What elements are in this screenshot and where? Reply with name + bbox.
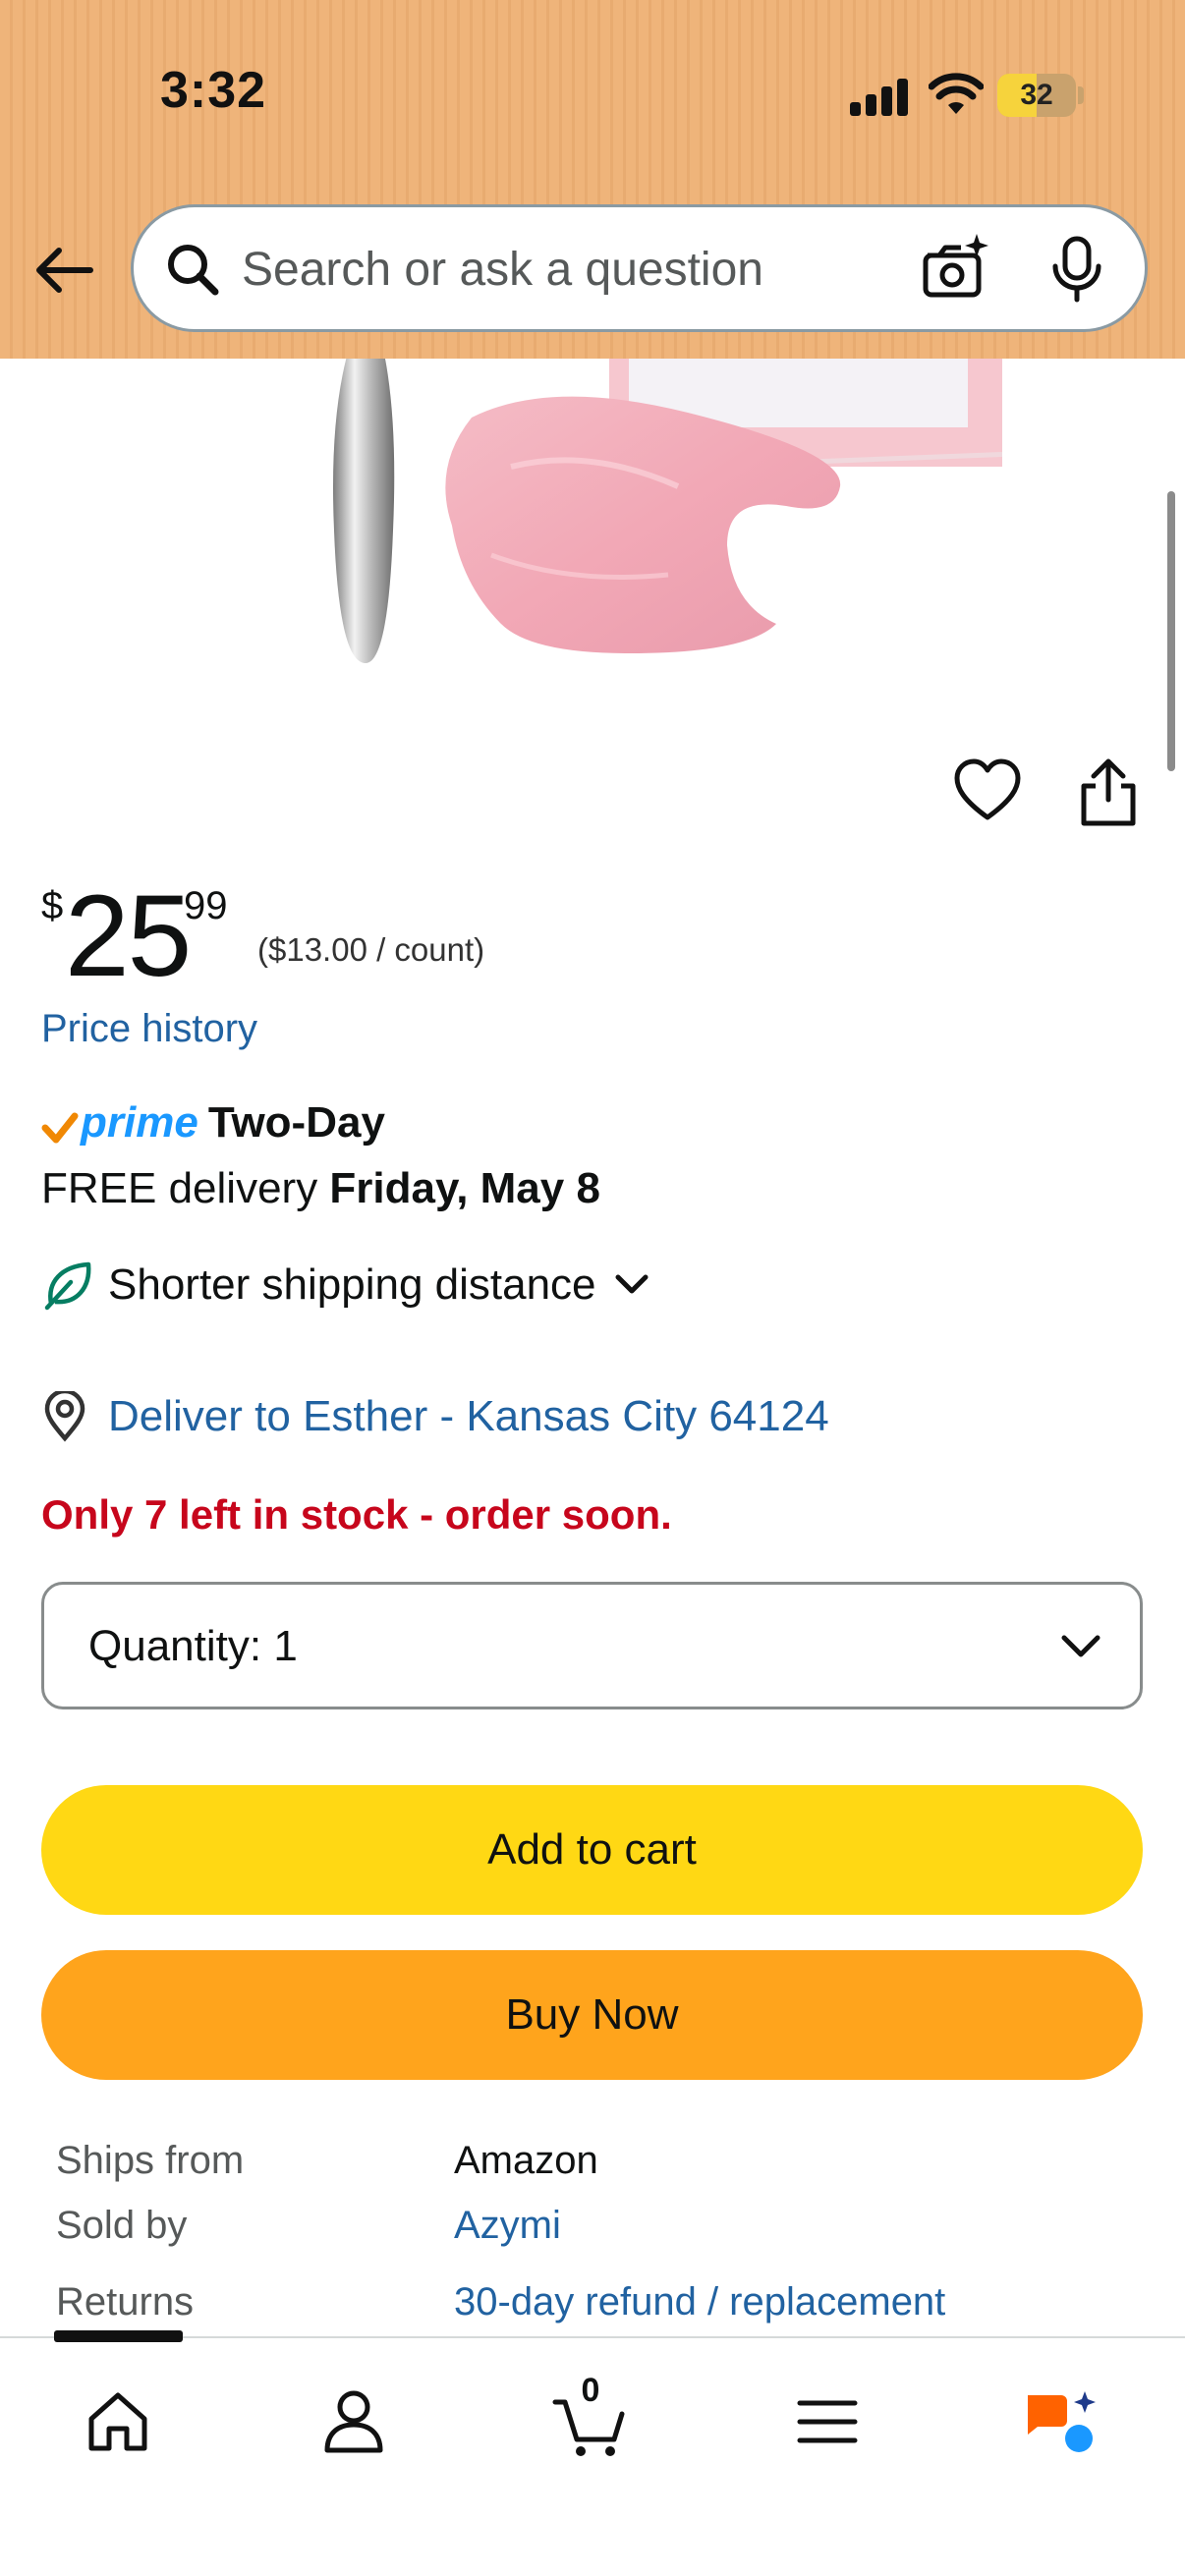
battery-indicator: 32 [997,74,1076,117]
ships-from-label: Ships from [56,2139,245,2182]
prime-badge: prime Two-Day [41,1095,385,1150]
product-image[interactable] [0,359,1185,693]
price-currency: $ [41,884,64,927]
ships-from-value: Amazon [454,2139,598,2182]
deliver-to-location[interactable]: Deliver to Esther - Kansas City 64124 [41,1387,829,1446]
camera-search-icon[interactable] [920,232,990,303]
prime-label: Two-Day [207,1098,385,1147]
delivery-date: Friday, May 8 [329,1164,600,1212]
battery-level: 32 [1020,79,1053,111]
scroll-indicator[interactable] [1167,491,1175,771]
wifi-icon [929,73,984,114]
unit-price: ($13.00 / count) [257,931,485,968]
nav-menu[interactable] [783,2378,872,2466]
returns-link[interactable]: 30-day refund / replacement [454,2280,945,2324]
chevron-down-icon [615,1274,649,1294]
cart-count: 0 [581,2372,600,2409]
top-header: 3:32 32 [0,0,1185,359]
stock-warning: Only 7 left in stock - order soon. [41,1491,672,1538]
back-button[interactable] [29,236,98,305]
prime-check-icon [41,1112,79,1144]
wishlist-heart-icon[interactable] [953,756,1022,825]
product-photo [333,359,1002,663]
search-bar[interactable] [131,204,1148,332]
price-whole: 25 [65,871,192,1001]
quantity-dropdown[interactable]: Quantity: 1 [41,1582,1143,1709]
sold-by-label: Sold by [56,2204,188,2247]
bottom-navigation: 0 [0,2336,1185,2576]
microphone-icon[interactable] [1047,235,1106,304]
cellular-signal-icon [850,77,909,116]
add-to-cart-button[interactable]: Add to cart [41,1785,1143,1915]
returns-label: Returns [56,2280,195,2324]
home-icon [88,2392,147,2451]
price-history-link[interactable]: Price history [41,1007,257,1051]
delivery-info: FREE delivery Friday, May 8 [41,1164,600,1213]
battery-nub [1078,86,1084,104]
quantity-label: Quantity: 1 [88,1622,298,1670]
location-pin-icon [44,1391,85,1442]
status-time: 3:32 [160,62,267,119]
back-arrow-icon [36,248,93,293]
deliver-to-link[interactable]: Deliver to Esther - Kansas City 64124 [108,1392,829,1441]
delivery-prefix: FREE delivery [41,1164,330,1212]
shipping-distance-label: Shorter shipping distance [108,1260,596,1309]
search-input[interactable] [242,237,910,302]
shipping-distance-toggle[interactable]: Shorter shipping distance [41,1256,653,1315]
price-fraction: 99 [184,884,228,927]
sold-by-link[interactable]: Azymi [454,2204,561,2248]
buy-now-button[interactable]: Buy Now [41,1950,1143,2080]
chevron-down-icon [1061,1635,1100,1657]
leaf-icon [44,1261,91,1311]
nav-active-indicator [54,2330,183,2342]
prime-logo-text: prime [81,1098,198,1147]
rufus-assistant-icon [1028,2391,1096,2452]
nav-cart[interactable]: 0 [546,2372,635,2466]
quantity-value: 1 [273,1622,298,1670]
nav-rufus[interactable] [1017,2378,1105,2466]
profile-icon [324,2390,383,2453]
nav-home[interactable] [74,2378,162,2466]
nav-account[interactable] [310,2378,398,2466]
search-icon[interactable] [163,240,222,299]
menu-icon [797,2400,858,2443]
share-icon[interactable] [1076,756,1141,827]
